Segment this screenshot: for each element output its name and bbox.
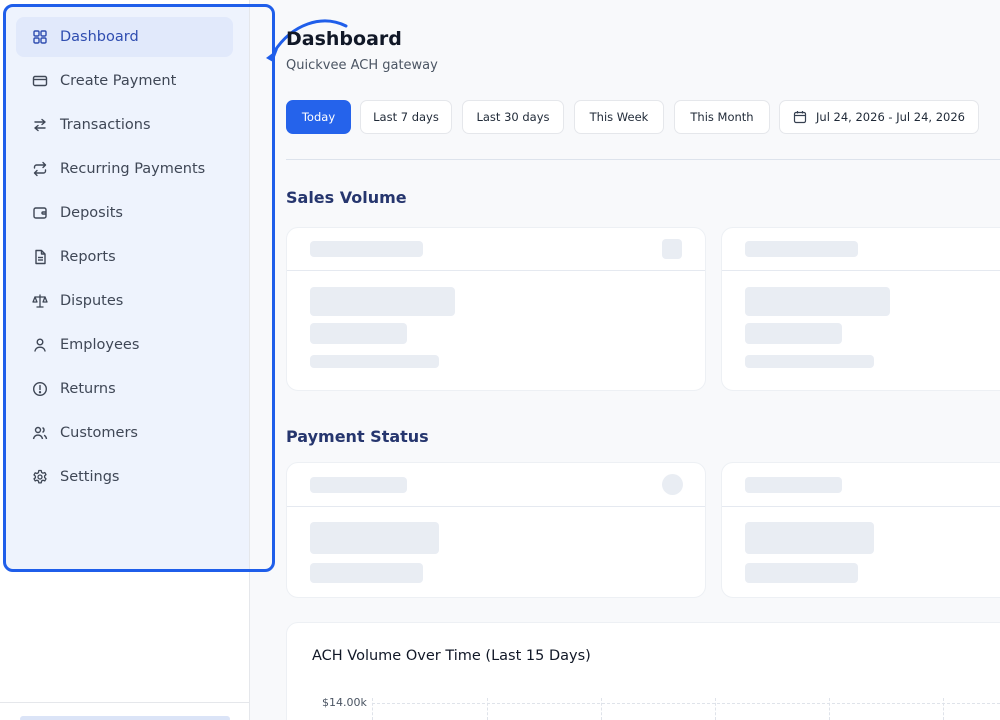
scale-icon (32, 293, 48, 309)
sidebar-item-settings[interactable]: Settings (16, 457, 233, 497)
skeleton-line (745, 477, 842, 493)
header-divider (286, 159, 1000, 160)
alert-circle-icon (32, 381, 48, 397)
ach-volume-chart-card (286, 622, 1000, 720)
sales-volume-title: Sales Volume (286, 188, 407, 207)
card-divider (722, 506, 1000, 507)
skeleton-line (310, 563, 423, 583)
skeleton-line (310, 241, 423, 257)
sidebar-item-label: Settings (60, 469, 120, 485)
calendar-icon (793, 110, 807, 124)
card-divider (287, 506, 705, 507)
chart-gridline (372, 698, 373, 720)
filter-last-30-days-button[interactable]: Last 30 days (462, 100, 564, 134)
card-divider (722, 270, 1000, 271)
sidebar-item-deposits[interactable]: Deposits (16, 193, 233, 233)
skeleton-line (310, 477, 407, 493)
sidebar-item-disputes[interactable]: Disputes (16, 281, 233, 321)
chart-gridline (943, 698, 944, 720)
sidebar-footer-button[interactable] (20, 716, 230, 720)
document-icon (32, 249, 48, 265)
sidebar-item-label: Returns (60, 381, 116, 397)
skeleton-line (745, 563, 858, 583)
skeleton-value (310, 287, 455, 316)
filter-last-7-days-button[interactable]: Last 7 days (360, 100, 452, 134)
sidebar-item-returns[interactable]: Returns (16, 369, 233, 409)
chart-title: ACH Volume Over Time (Last 15 Days) (312, 648, 591, 664)
chart-gridline (829, 698, 830, 720)
chart-gridline (372, 703, 1000, 704)
sidebar: Dashboard Create Payment Transactions Re… (0, 0, 250, 720)
credit-card-icon (32, 73, 48, 89)
skeleton-line (745, 323, 842, 344)
repeat-icon (32, 161, 48, 177)
sidebar-item-label: Transactions (60, 117, 151, 133)
sidebar-item-create-payment[interactable]: Create Payment (16, 61, 233, 101)
skeleton-icon (662, 239, 682, 259)
skeleton-line (310, 323, 407, 344)
sidebar-item-label: Recurring Payments (60, 161, 206, 177)
filter-this-week-button[interactable]: This Week (574, 100, 664, 134)
sidebar-item-label: Disputes (60, 293, 124, 309)
sidebar-item-employees[interactable]: Employees (16, 325, 233, 365)
users-icon (32, 425, 48, 441)
user-icon (32, 337, 48, 353)
skeleton-icon (662, 474, 683, 495)
sidebar-item-label: Reports (60, 249, 116, 265)
sidebar-item-label: Dashboard (60, 29, 139, 45)
gear-icon (32, 469, 48, 485)
chart-gridline (601, 698, 602, 720)
date-range-label: Jul 24, 2026 - Jul 24, 2026 (816, 110, 965, 124)
payment-status-title: Payment Status (286, 427, 429, 446)
filter-this-month-button[interactable]: This Month (674, 100, 770, 134)
payment-status-card (721, 462, 1000, 598)
payment-status-card (286, 462, 706, 598)
skeleton-value (745, 522, 874, 554)
sidebar-item-transactions[interactable]: Transactions (16, 105, 233, 145)
grid-icon (32, 29, 48, 45)
sidebar-item-recurring-payments[interactable]: Recurring Payments (16, 149, 233, 189)
sidebar-footer-divider (0, 702, 249, 703)
page-title: Dashboard (286, 28, 402, 50)
arrows-left-right-icon (32, 117, 48, 133)
sidebar-item-label: Deposits (60, 205, 123, 221)
sales-volume-card (286, 227, 706, 391)
sidebar-item-label: Employees (60, 337, 140, 353)
chart-gridline (715, 698, 716, 720)
sidebar-item-reports[interactable]: Reports (16, 237, 233, 277)
wallet-icon (32, 205, 48, 221)
chart-gridline (487, 698, 488, 720)
y-axis-tick: $14.00k (322, 696, 367, 709)
skeleton-line (745, 355, 874, 368)
sidebar-item-label: Create Payment (60, 73, 177, 89)
page-subtitle: Quickvee ACH gateway (286, 58, 438, 73)
sidebar-item-customers[interactable]: Customers (16, 413, 233, 453)
filter-today-button[interactable]: Today (286, 100, 351, 134)
skeleton-value (745, 287, 890, 316)
date-range-picker[interactable]: Jul 24, 2026 - Jul 24, 2026 (779, 100, 979, 134)
sales-volume-card (721, 227, 1000, 391)
skeleton-line (310, 355, 439, 368)
sidebar-item-dashboard[interactable]: Dashboard (16, 17, 233, 57)
skeleton-line (745, 241, 858, 257)
sidebar-item-label: Customers (60, 425, 138, 441)
skeleton-value (310, 522, 439, 554)
card-divider (287, 270, 705, 271)
